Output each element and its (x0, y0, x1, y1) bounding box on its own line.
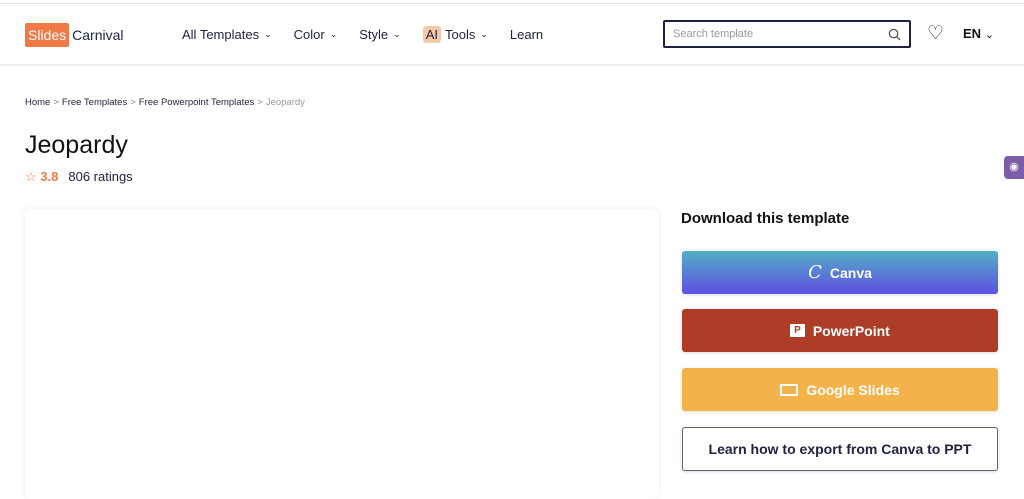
learn-export-button[interactable]: Learn how to export from Canva to PPT (682, 427, 998, 471)
logo[interactable]: Slides Carnival (25, 23, 124, 47)
chevron-down-icon: ⌄ (480, 29, 488, 39)
star-icon[interactable]: ☆ (25, 169, 37, 184)
brain-icon[interactable]: ◉ (1004, 156, 1024, 179)
breadcrumb-separator: > (53, 97, 59, 108)
search-input[interactable] (673, 28, 888, 40)
search-icon[interactable] (888, 28, 901, 41)
google-slides-button[interactable]: Google Slides (682, 368, 998, 411)
google-slides-label: Google Slides (806, 381, 900, 398)
chevron-down-icon: ⌄ (329, 29, 338, 39)
chevron-down-icon: ⌄ (264, 29, 272, 39)
canva-label: Canva (829, 264, 872, 281)
nav-style[interactable]: Style ⌄ (359, 26, 400, 43)
powerpoint-button[interactable]: P PowerPoint (682, 309, 998, 352)
language-selector[interactable]: EN ⌄ (963, 26, 994, 41)
powerpoint-label: PowerPoint (812, 322, 890, 339)
nav-learn[interactable]: Learn (510, 26, 543, 43)
chevron-down-icon: ⌄ (393, 29, 401, 39)
nav-ai-tools[interactable]: AI Tools ⌄ (422, 26, 488, 43)
nav-all-templates[interactable]: All Templates ⌄ (182, 26, 272, 43)
breadcrumb-separator: > (257, 97, 263, 108)
nav-label: Style (359, 27, 389, 42)
breadcrumb-free-templates[interactable]: Free Templates (62, 97, 127, 108)
rating-value: 3.8 (40, 169, 59, 184)
logo-slides: Slides (25, 23, 70, 47)
page-title: Jeopardy (25, 131, 128, 159)
rating: ☆ 3.8 806 ratings (25, 169, 133, 185)
language-label: EN (963, 26, 982, 41)
chevron-down-icon: ⌄ (984, 29, 994, 41)
nav-label: All Templates (182, 27, 260, 42)
google-slides-icon (780, 383, 799, 396)
breadcrumb-current: Jeopardy (265, 97, 305, 108)
nav-color[interactable]: Color ⌄ (294, 26, 338, 43)
heart-icon[interactable]: ♡ (927, 22, 944, 45)
site-header: Slides Carnival All Templates ⌄ Color ⌄ Sty… (0, 4, 1024, 66)
template-preview (25, 209, 659, 499)
rating-count: 806 ratings (68, 169, 133, 184)
learn-export-label: Learn how to export from Canva to PPT (708, 441, 972, 457)
breadcrumb-ppt-templates[interactable]: Free Powerpoint Templates (139, 97, 254, 108)
nav-label: Color (293, 27, 325, 42)
main-nav: All Templates ⌄ Color ⌄ Style ⌄ AI Tools ⌄ Le… (182, 26, 565, 43)
breadcrumb: Home > Free Templates > Free Powerpoint Temp… (25, 97, 305, 108)
download-heading: Download this template (681, 210, 850, 227)
search-box (663, 20, 911, 48)
ai-badge: AI (422, 26, 441, 43)
breadcrumb-separator: > (130, 97, 136, 108)
nav-label: Tools (445, 27, 476, 42)
nav-label: Learn (509, 27, 544, 42)
breadcrumb-home[interactable]: Home (25, 97, 50, 108)
logo-carnival: Carnival (72, 27, 124, 43)
powerpoint-icon: P (790, 324, 805, 337)
canva-icon: C (808, 262, 822, 283)
canva-button[interactable]: C Canva (682, 251, 998, 294)
